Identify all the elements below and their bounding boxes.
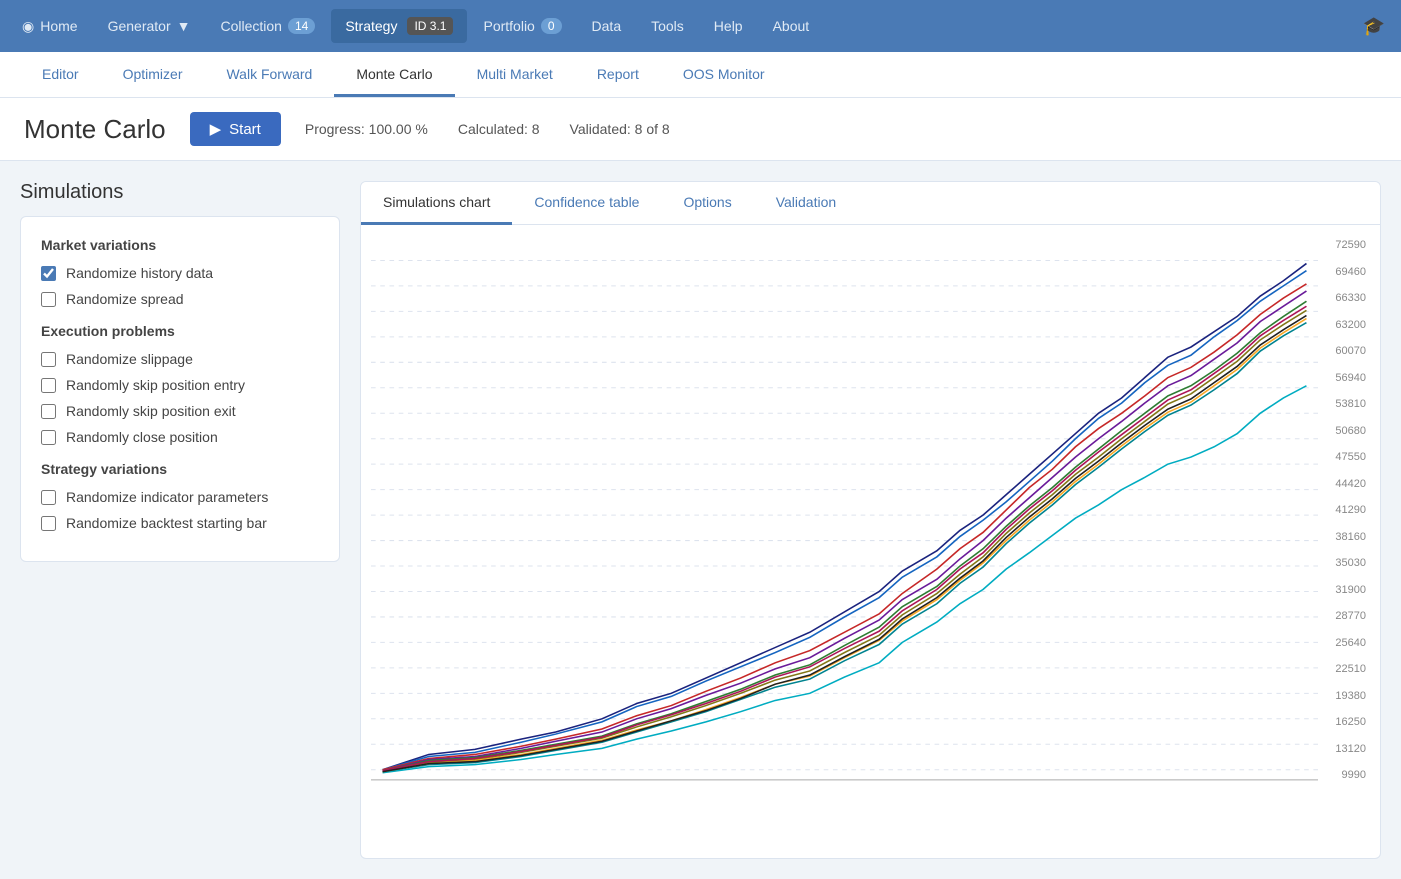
randomize-history-checkbox[interactable] — [41, 266, 56, 281]
close-position-checkbox[interactable] — [41, 430, 56, 445]
randomize-history-label: Randomize history data — [66, 265, 213, 281]
simulations-title: Simulations — [20, 181, 340, 204]
skip-entry-label: Randomly skip position entry — [66, 377, 245, 393]
collection-badge: 14 — [288, 18, 315, 34]
calculated-stat: Calculated: 8 — [458, 121, 540, 137]
start-button[interactable]: ▶ Start — [190, 112, 281, 146]
nav-tools[interactable]: Tools — [637, 10, 698, 42]
tab-validation[interactable]: Validation — [754, 182, 858, 225]
skip-entry-item[interactable]: Randomly skip position entry — [41, 377, 319, 393]
y-label-60070: 60070 — [1335, 345, 1366, 357]
randomize-backtest-item[interactable]: Randomize backtest starting bar — [41, 515, 319, 531]
randomize-spread-label: Randomize spread — [66, 291, 184, 307]
tab-report[interactable]: Report — [575, 54, 661, 97]
skip-exit-label: Randomly skip position exit — [66, 403, 236, 419]
validated-stat: Validated: 8 of 8 — [570, 121, 670, 137]
y-label-53810: 53810 — [1335, 398, 1366, 410]
chart-panel: Simulations chart Confidence table Optio… — [360, 181, 1381, 859]
y-label-56940: 56940 — [1335, 372, 1366, 384]
chart-area: .grid-line { stroke: #dde3ee; stroke-wid… — [361, 225, 1380, 795]
tab-simulations-chart[interactable]: Simulations chart — [361, 182, 512, 225]
execution-problems-title: Execution problems — [41, 323, 319, 339]
y-label-28770: 28770 — [1335, 610, 1366, 622]
close-position-item[interactable]: Randomly close position — [41, 429, 319, 445]
randomize-spread-checkbox[interactable] — [41, 292, 56, 307]
main-content: Simulations Market variations Randomize … — [0, 161, 1401, 879]
chevron-down-icon: ▼ — [177, 18, 191, 34]
home-circle-icon: ◉ — [22, 18, 34, 35]
y-label-22510: 22510 — [1335, 663, 1366, 675]
tab-monte-carlo[interactable]: Monte Carlo — [334, 54, 454, 97]
top-nav: ◉ Home Generator ▼ Collection 14 Strateg… — [0, 0, 1401, 52]
simulations-card: Market variations Randomize history data… — [20, 216, 340, 562]
strategy-variations-title: Strategy variations — [41, 461, 319, 477]
randomize-backtest-label: Randomize backtest starting bar — [66, 515, 267, 531]
y-label-63200: 63200 — [1335, 319, 1366, 331]
randomize-slippage-label: Randomize slippage — [66, 351, 193, 367]
nav-strategy[interactable]: Strategy ID 3.1 — [331, 9, 467, 43]
randomize-backtest-checkbox[interactable] — [41, 516, 56, 531]
tab-confidence-table[interactable]: Confidence table — [512, 182, 661, 225]
close-position-label: Randomly close position — [66, 429, 218, 445]
y-label-47550: 47550 — [1335, 451, 1366, 463]
randomize-slippage-item[interactable]: Randomize slippage — [41, 351, 319, 367]
progress-stat: Progress: 100.00 % — [305, 121, 428, 137]
y-label-44420: 44420 — [1335, 478, 1366, 490]
sub-nav: Editor Optimizer Walk Forward Monte Carl… — [0, 52, 1401, 98]
randomize-spread-item[interactable]: Randomize spread — [41, 291, 319, 307]
y-label-38160: 38160 — [1335, 531, 1366, 543]
randomize-slippage-checkbox[interactable] — [41, 352, 56, 367]
y-label-9990: 9990 — [1342, 769, 1366, 781]
y-axis: 72590 69460 66330 63200 60070 56940 5381… — [1318, 235, 1370, 785]
chart-tabs: Simulations chart Confidence table Optio… — [361, 182, 1380, 225]
y-label-66330: 66330 — [1335, 292, 1366, 304]
randomize-history-item[interactable]: Randomize history data — [41, 265, 319, 281]
header-stats: Progress: 100.00 % Calculated: 8 Validat… — [305, 121, 670, 137]
market-variations-title: Market variations — [41, 237, 319, 253]
randomize-indicator-checkbox[interactable] — [41, 490, 56, 505]
tab-optimizer[interactable]: Optimizer — [101, 54, 205, 97]
simulations-panel: Simulations Market variations Randomize … — [20, 181, 340, 859]
randomize-indicator-label: Randomize indicator parameters — [66, 489, 268, 505]
portfolio-badge: 0 — [541, 18, 562, 34]
page-header: Monte Carlo ▶ Start Progress: 100.00 % C… — [0, 98, 1401, 161]
nav-data[interactable]: Data — [578, 10, 636, 42]
y-label-25640: 25640 — [1335, 637, 1366, 649]
nav-about[interactable]: About — [759, 10, 824, 42]
y-label-31900: 31900 — [1335, 584, 1366, 596]
y-label-72590: 72590 — [1335, 239, 1366, 251]
play-icon: ▶ — [210, 120, 222, 138]
tab-editor[interactable]: Editor — [20, 54, 101, 97]
nav-generator[interactable]: Generator ▼ — [94, 10, 205, 42]
skip-exit-checkbox[interactable] — [41, 404, 56, 419]
tab-oos-monitor[interactable]: OOS Monitor — [661, 54, 787, 97]
y-label-16250: 16250 — [1335, 716, 1366, 728]
tab-options[interactable]: Options — [661, 182, 753, 225]
simulations-chart-svg: .grid-line { stroke: #dde3ee; stroke-wid… — [371, 235, 1318, 785]
nav-home[interactable]: ◉ Home — [8, 10, 92, 43]
page-title: Monte Carlo — [24, 114, 166, 145]
skip-exit-item[interactable]: Randomly skip position exit — [41, 403, 319, 419]
strategy-id-badge: ID 3.1 — [407, 17, 453, 35]
chart-svg-area: .grid-line { stroke: #dde3ee; stroke-wid… — [371, 235, 1318, 785]
chart-container: .grid-line { stroke: #dde3ee; stroke-wid… — [371, 235, 1370, 785]
nav-collection[interactable]: Collection 14 — [206, 10, 329, 42]
nav-help[interactable]: Help — [700, 10, 757, 42]
randomize-indicator-item[interactable]: Randomize indicator parameters — [41, 489, 319, 505]
skip-entry-checkbox[interactable] — [41, 378, 56, 393]
tab-multi-market[interactable]: Multi Market — [455, 54, 575, 97]
y-label-19380: 19380 — [1335, 690, 1366, 702]
y-label-13120: 13120 — [1335, 743, 1366, 755]
graduation-icon[interactable]: 🎓 — [1355, 8, 1393, 45]
y-label-50680: 50680 — [1335, 425, 1366, 437]
nav-portfolio[interactable]: Portfolio 0 — [469, 10, 575, 42]
tab-walk-forward[interactable]: Walk Forward — [204, 54, 334, 97]
y-label-41290: 41290 — [1335, 504, 1366, 516]
y-label-69460: 69460 — [1335, 266, 1366, 278]
y-label-35030: 35030 — [1335, 557, 1366, 569]
